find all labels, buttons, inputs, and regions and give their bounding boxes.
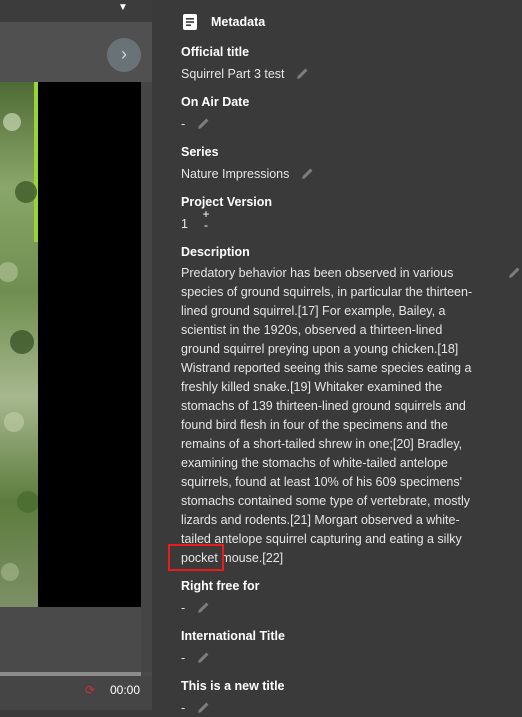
description-line: stomachs contained some type of vertebra… [181, 494, 471, 508]
field-international-title: International Title - [181, 628, 491, 667]
field-series: Series Nature Impressions [181, 144, 491, 183]
video-thumbnail [0, 82, 38, 607]
new-title-value: - [181, 701, 186, 715]
description-line: stomachs of 139 thirteen-lined ground sq… [181, 399, 466, 413]
field-label: Official title [181, 45, 250, 59]
field-label: Right free for [181, 579, 260, 593]
right-free-for-value: - [181, 601, 186, 615]
version-stepper[interactable]: + - [201, 208, 211, 231]
field-description: Description Predatory behavior has been … [181, 244, 491, 568]
field-new-title: This is a new title - [181, 678, 491, 717]
description-line: remains of a short-tailed shrew in one;[… [181, 437, 463, 451]
panel-title: Metadata [211, 15, 266, 29]
description-line: scientist in the 1920s, observed a thirt… [181, 323, 443, 337]
field-right-free-for: Right free for - [181, 578, 491, 617]
official-title-value: Squirrel Part 3 test [181, 67, 285, 81]
video-pane: ▼ › ⟳ 00:00 [0, 0, 152, 710]
description-line: ground squirrel preying upon a young chi… [181, 342, 459, 356]
decrement-button[interactable]: - [201, 219, 211, 231]
description-line: lined ground squirrel.[17] For example, … [181, 304, 446, 318]
project-version-value: 1 [181, 217, 188, 231]
international-title-value: - [181, 651, 186, 665]
edit-pencil-icon[interactable] [197, 701, 210, 714]
description-line: lizards and rodents.[21] Morgart observe… [181, 513, 460, 527]
description-line: tailed antelope squirrel capturing and e… [181, 532, 462, 546]
field-on-air-date: On Air Date - [181, 94, 491, 133]
document-icon [183, 14, 197, 30]
metadata-panel: Metadata Official title Squirrel Part 3 … [152, 0, 522, 715]
edit-pencil-icon[interactable] [197, 651, 210, 664]
field-label: International Title [181, 629, 285, 643]
field-label: Series [181, 145, 219, 159]
field-project-version: Project Version 1 + - [181, 194, 491, 233]
description-text[interactable]: Predatory behavior has been observed in … [181, 264, 491, 568]
video-frame[interactable] [0, 82, 141, 607]
next-button[interactable]: › [107, 38, 141, 72]
caret-down-icon[interactable]: ▼ [118, 2, 128, 13]
field-label: Description [181, 245, 250, 259]
loop-icon[interactable]: ⟳ [85, 683, 95, 697]
top-dropdown[interactable]: ▼ [0, 0, 152, 23]
series-value: Nature Impressions [181, 167, 290, 181]
chevron-right-icon: › [121, 44, 127, 64]
field-label: Project Version [181, 195, 273, 209]
description-line: species of ground squirrels, in particul… [181, 285, 473, 299]
edit-pencil-icon[interactable] [197, 117, 210, 130]
time-display: 00:00 [110, 683, 141, 697]
description-line: squirrels, found at least 10% of his 609… [181, 475, 463, 489]
highlight-annotation [168, 544, 224, 571]
description-line: Wistrand reported seeing this same speci… [181, 361, 472, 375]
edit-pencil-icon[interactable] [296, 67, 309, 80]
edit-pencil-icon[interactable] [508, 266, 521, 279]
edit-pencil-icon[interactable] [301, 167, 314, 180]
field-official-title: Official title Squirrel Part 3 test [181, 44, 491, 83]
description-line: pocket mouse.[22] [181, 551, 284, 565]
field-label: This is a new title [181, 679, 285, 693]
description-line: Predatory behavior has been observed in … [181, 266, 454, 280]
description-line: freshly killed snake.[19] Whitaker exami… [181, 380, 443, 394]
description-line: examining the stomachs of white-tailed a… [181, 456, 448, 470]
video-gutter [141, 82, 152, 672]
field-label: On Air Date [181, 95, 250, 109]
edit-pencil-icon[interactable] [197, 601, 210, 614]
description-line: found bird flesh in four of the specimen… [181, 418, 448, 432]
on-air-date-value: - [181, 117, 186, 131]
